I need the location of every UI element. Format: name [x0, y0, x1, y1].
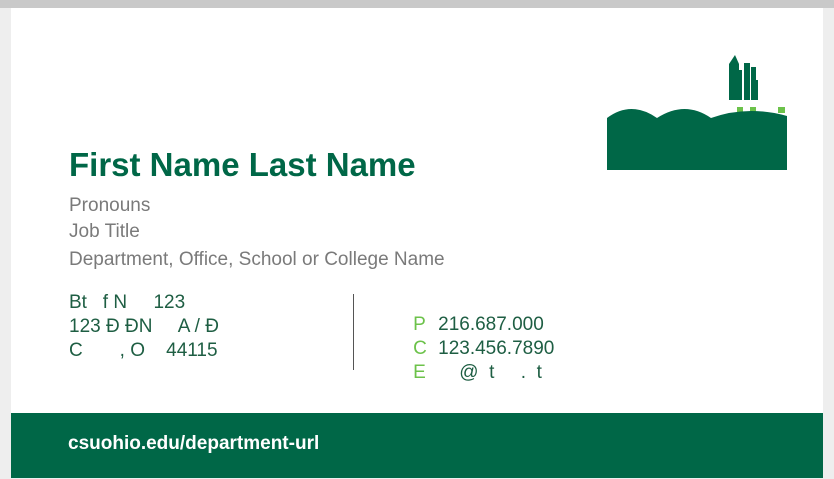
department-url: csuohio.edu/department-url	[68, 433, 320, 454]
person-name: First Name Last Name	[69, 146, 416, 183]
address-line-3: C , O 44115	[69, 340, 218, 361]
address-line-2: 123 Ð ÐN A / Ð	[69, 316, 219, 337]
business-card: First Name Last Name Pronouns Job Title …	[11, 8, 823, 478]
email-line: E @ t . t	[392, 340, 542, 406]
skyline-logo-icon	[607, 55, 787, 170]
email-address: @ t . t	[438, 362, 542, 383]
contact-divider	[353, 294, 354, 370]
email-label: E	[413, 362, 426, 383]
address-line-1: Bt f N 123	[69, 292, 186, 313]
department-name: Department, Office, School or College Na…	[69, 249, 445, 270]
footer-band: csuohio.edu/department-url	[11, 413, 823, 478]
pronouns: Pronouns	[69, 195, 151, 216]
top-edge-strip	[0, 0, 834, 8]
job-title: Job Title	[69, 221, 140, 242]
